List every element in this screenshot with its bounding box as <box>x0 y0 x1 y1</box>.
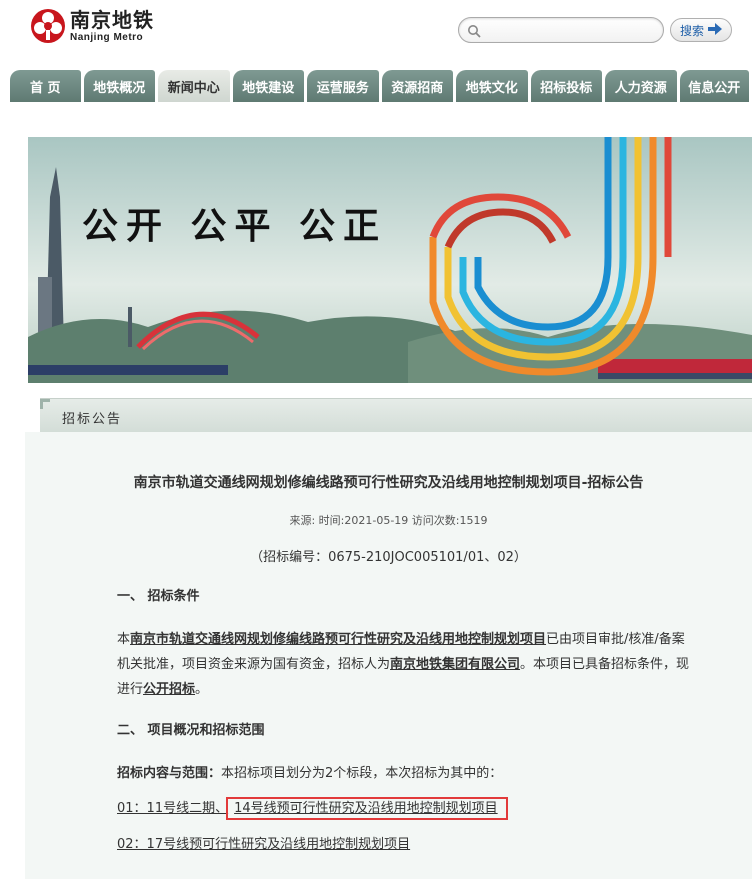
heading-project-overview: 二、 项目概况和招标范围 <box>117 723 265 738</box>
tender-mode-link[interactable]: 公开招标 <box>143 682 195 697</box>
nav-item-label: 招标投标 <box>540 80 593 96</box>
site-logo[interactable]: 南京地铁 Nanjing Metro <box>30 8 154 44</box>
scope-label: 招标内容与范围： <box>117 766 222 781</box>
nav-item-label: 首 页 <box>29 80 61 96</box>
search-icon <box>467 23 481 42</box>
nav-item-label: 人力资源 <box>614 80 667 96</box>
search-button[interactable]: 搜索 <box>670 18 732 42</box>
section-header: 招标公告 <box>40 398 752 432</box>
corner-decoration <box>40 399 50 409</box>
main-nav: 首 页 地铁概况 新闻中心 地铁建设 运营服务 资源招商 地铁文化 招标投标 人力资源 信息公开 <box>10 70 752 102</box>
hero-banner: 公开 公平 公正 <box>28 137 752 383</box>
article: 南京市轨道交通线网规划修编线路预可行性研究及沿线用地控制规划项目-招标公告 来源… <box>25 432 752 879</box>
tender-code: （招标编号：0675-210JOC005101/01、02） <box>250 550 527 565</box>
nav-item-label: 地铁概况 <box>93 80 146 96</box>
paragraph-scope: 招标内容与范围：本招标项目划分为2个标段，本次招标为其中的： <box>117 761 692 786</box>
nav-item-label: 信息公开 <box>688 80 741 96</box>
lot-1-highlighted-link[interactable]: 14号线预可行性研究及沿线用地控制规划项目 <box>226 797 508 820</box>
project-name-link[interactable]: 南京市轨道交通线网规划修编线路预可行性研究及沿线用地控制规划项目 <box>130 632 546 647</box>
nav-item-6[interactable]: 地铁文化 <box>456 70 528 102</box>
text-fragment: 本 <box>117 632 131 647</box>
lot-2-link[interactable]: 02：17号线预可行性研究及沿线用地控制规划项目 <box>117 837 410 852</box>
nav-item-label: 地铁建设 <box>242 80 295 96</box>
nav-item-2[interactable]: 新闻中心 <box>158 70 230 102</box>
search-bar: 搜索 <box>458 16 738 44</box>
text-fragment: 。 <box>195 682 209 697</box>
nav-item-3[interactable]: 地铁建设 <box>232 70 304 102</box>
arrow-right-icon <box>708 22 722 38</box>
search-box <box>458 17 664 43</box>
nav-item-5[interactable]: 资源招商 <box>381 70 453 102</box>
article-meta: 来源: 时间:2021-05-19 访问次数:1519 <box>289 514 488 527</box>
nav-item-7[interactable]: 招标投标 <box>530 70 602 102</box>
nav-item-label: 运营服务 <box>316 80 369 96</box>
logo-text-cn: 南京地铁 <box>70 7 154 32</box>
banner-illustration <box>28 137 752 383</box>
banner-slogan: 公开 公平 公正 <box>82 205 388 247</box>
site-header: 南京地铁 Nanjing Metro 搜索 <box>0 0 752 62</box>
nav-item-0[interactable]: 首 页 <box>10 70 81 102</box>
scope-text: 本招标项目划分为2个标段，本次招标为其中的： <box>221 766 503 781</box>
logo-text-en: Nanjing Metro <box>70 31 144 43</box>
nav-item-9[interactable]: 信息公开 <box>679 70 750 102</box>
nav-item-4[interactable]: 运营服务 <box>307 70 379 102</box>
lot-2: 02：17号线预可行性研究及沿线用地控制规划项目 <box>117 832 692 857</box>
search-button-label: 搜索 <box>679 23 704 38</box>
heading-tender-conditions: 一、 招标条件 <box>117 589 200 604</box>
section-title: 招标公告 <box>62 412 123 427</box>
nav-item-label: 资源招商 <box>391 80 444 96</box>
nav-item-label: 新闻中心 <box>167 80 220 96</box>
nav-item-8[interactable]: 人力资源 <box>605 70 677 102</box>
search-input[interactable] <box>485 18 655 42</box>
lot-1: 01：11号线二期、 14号线预可行性研究及沿线用地控制规划项目 <box>117 796 692 821</box>
article-title: 南京市轨道交通线网规划修编线路预可行性研究及沿线用地控制规划项目-招标公告 <box>133 475 644 491</box>
owner-name-link[interactable]: 南京地铁集团有限公司 <box>390 657 520 672</box>
metro-logo-icon <box>30 8 66 44</box>
nav-item-1[interactable]: 地铁概况 <box>83 70 155 102</box>
paragraph-conditions: 本南京市轨道交通线网规划修编线路预可行性研究及沿线用地控制规划项目已由项目审批/… <box>117 627 692 702</box>
lot-1-prefix-link[interactable]: 01：11号线二期、 <box>117 801 228 816</box>
nav-item-label: 地铁文化 <box>465 80 518 96</box>
